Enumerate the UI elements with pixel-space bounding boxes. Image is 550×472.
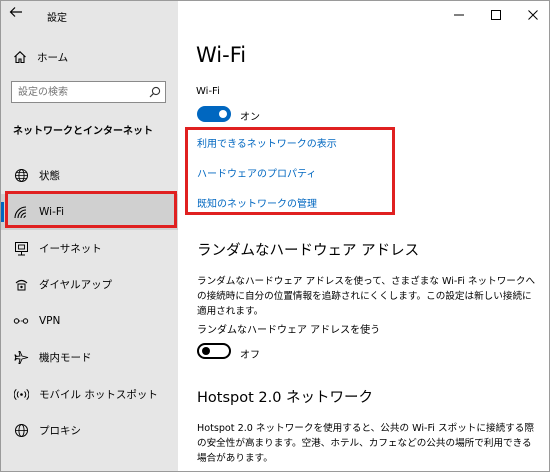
toggle-knob (219, 110, 227, 118)
sidebar-item-dialup[interactable]: ダイヤルアップ (1, 267, 178, 304)
highlight-box-wifi-nav (5, 191, 177, 228)
window-controls (440, 1, 549, 31)
search-box[interactable] (11, 81, 166, 103)
random-hw-toggle-state: オフ (240, 350, 260, 361)
airplane-icon (13, 350, 29, 366)
hotspot2-description: Hotspot 2.0 ネットワークを使用すると、公共の Wi-Fi スポットに… (197, 423, 534, 464)
section-title: ネットワークとインターネット (13, 126, 153, 137)
search-input[interactable] (12, 82, 145, 102)
close-icon (527, 10, 538, 20)
home-label: ホーム (37, 51, 69, 64)
sidebar-item-proxy[interactable]: プロキシ (1, 413, 178, 450)
highlight-box-links (185, 127, 395, 215)
sidebar-item-label: イーサネット (39, 242, 102, 255)
maximize-button[interactable] (477, 1, 514, 29)
dialup-icon (13, 277, 29, 293)
ethernet-icon (13, 240, 29, 256)
minimize-button[interactable] (440, 1, 477, 29)
minimize-icon (453, 10, 464, 20)
wifi-toggle[interactable] (197, 106, 231, 122)
toggle-knob (202, 347, 210, 355)
wifi-setting-label: Wi-Fi (196, 86, 220, 97)
sidebar-item-vpn[interactable]: VPN (1, 303, 178, 340)
wifi-toggle-state: オン (240, 112, 260, 123)
back-button[interactable] (9, 6, 31, 26)
home-icon (13, 50, 27, 64)
sidebar-item-status[interactable]: 状態 (1, 157, 178, 194)
hotspot2-heading: Hotspot 2.0 ネットワーク (197, 390, 374, 406)
app-title: 設定 (47, 13, 67, 24)
sidebar-item-label: 機内モード (39, 352, 92, 365)
settings-window: 設定 ホーム ネットワークとインターネット 状態 (0, 0, 550, 472)
sidebar-item-label: 状態 (39, 169, 60, 182)
sidebar-item-label: モバイル ホットスポット (39, 388, 158, 401)
sidebar-item-label: ダイヤルアップ (39, 279, 113, 292)
random-hw-toggle[interactable] (197, 343, 231, 359)
globe-proxy-icon (13, 423, 29, 439)
page-title: Wi-Fi (196, 43, 247, 67)
random-hw-setting-label: ランダムなハードウェア アドレスを使う (197, 325, 381, 336)
sidebar: 設定 ホーム ネットワークとインターネット 状態 (1, 1, 178, 471)
vpn-icon (13, 313, 29, 329)
hotspot-icon (13, 386, 29, 402)
close-button[interactable] (514, 1, 549, 29)
home-nav-item[interactable]: ホーム (13, 47, 173, 67)
globe-status-icon (13, 167, 29, 183)
back-arrow-icon (9, 6, 31, 18)
sidebar-item-label: VPN (39, 315, 61, 328)
search-icon[interactable] (145, 86, 165, 98)
title-bar: 設定 (1, 1, 178, 31)
sidebar-item-hotspot[interactable]: モバイル ホットスポット (1, 376, 178, 413)
sidebar-item-label: プロキシ (39, 425, 81, 438)
random-hw-description: ランダムなハードウェア アドレスを使って、さまざまな Wi-Fi ネットワークへ… (197, 276, 536, 317)
sidebar-item-ethernet[interactable]: イーサネット (1, 230, 178, 267)
random-hw-heading: ランダムなハードウェア アドレス (197, 243, 420, 259)
sidebar-item-airplane[interactable]: 機内モード (1, 340, 178, 377)
main-pane: Wi-Fi Wi-Fi オン 利用できるネットワークの表示 ハードウェアのプロパ… (178, 1, 549, 471)
maximize-icon (490, 10, 501, 20)
